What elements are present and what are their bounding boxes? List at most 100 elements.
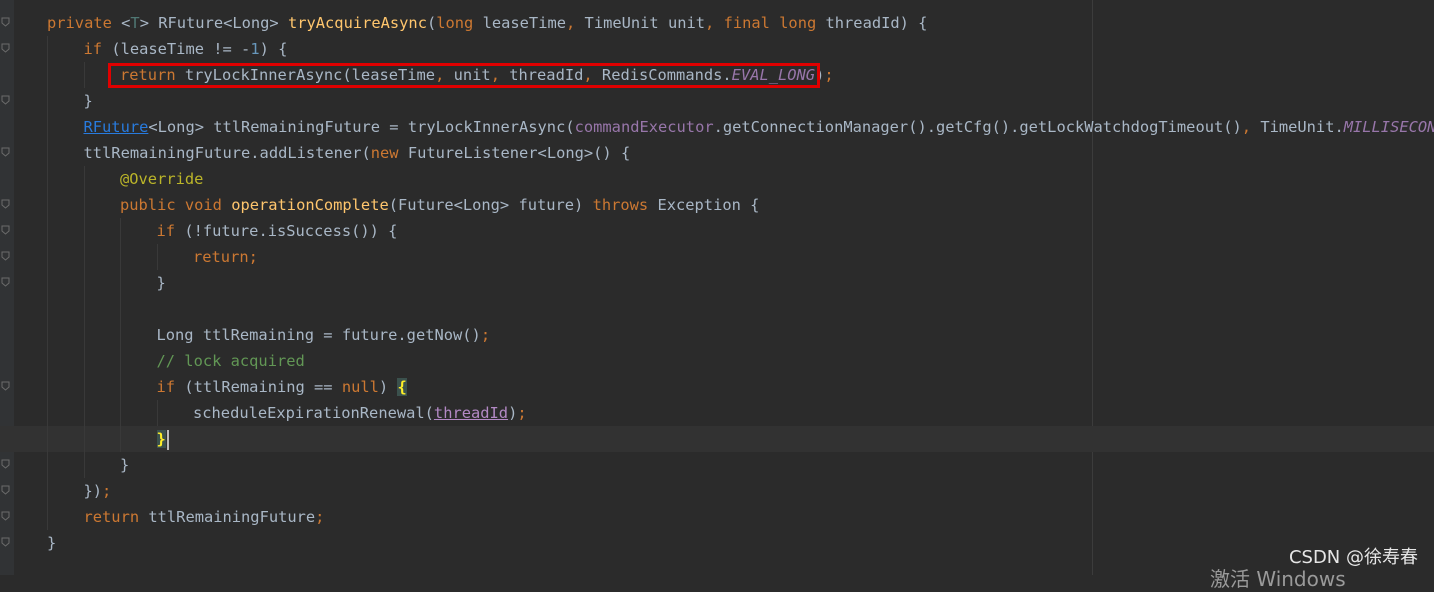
indent-guide (83, 322, 85, 348)
code-line[interactable]: return ttlRemainingFuture; (0, 504, 1434, 530)
code-token: new (370, 144, 408, 162)
code-token: (ttlRemaining == (184, 378, 342, 396)
code-token: > RFuture<Long> (139, 14, 288, 32)
indent-guide (47, 62, 48, 88)
code-token: , (705, 14, 724, 32)
code-token: leaseTime (482, 14, 566, 32)
indent-guide (83, 348, 85, 374)
indent-guide (47, 348, 48, 374)
indent-guide (83, 426, 85, 452)
indent-guide (156, 400, 158, 426)
indent-guide (83, 62, 85, 88)
code-token: } (47, 534, 57, 552)
highlight-box (108, 63, 820, 88)
code-token: ) (378, 378, 398, 396)
code-line[interactable]: public void operationComplete(Future<Lon… (0, 192, 1434, 218)
code-token: Exception { (657, 196, 760, 214)
code-token: scheduleExpirationRenewal( (193, 404, 434, 422)
indent-guide (47, 322, 48, 348)
code-line[interactable]: if (ttlRemaining == null) { (0, 374, 1434, 400)
indent-guide (47, 218, 48, 244)
indent-guide (83, 374, 85, 400)
code-token: <Long> ttlRemainingFuture = tryLockInner… (148, 118, 575, 136)
indent-guide (47, 504, 48, 530)
indent-guide (120, 374, 121, 400)
indent-guide (47, 270, 48, 296)
indent-guide (83, 166, 85, 192)
indent-guide (47, 374, 48, 400)
indent-guide (47, 296, 48, 322)
code-token: ttlRemainingFuture (148, 508, 316, 526)
code-token: 1 (250, 40, 260, 58)
code-line[interactable]: Long ttlRemaining = future.getNow(); (0, 322, 1434, 348)
indent-guide (156, 244, 158, 270)
code-token: MILLISECONDS (1343, 118, 1434, 136)
indent-guide (47, 88, 48, 114)
code-token: ; (480, 326, 491, 344)
indent-guide (47, 244, 48, 270)
indent-guide (120, 218, 121, 244)
indent-guide (83, 452, 85, 478)
code-line[interactable]: if (!future.isSuccess()) { (0, 218, 1434, 244)
code-line[interactable]: }); (0, 478, 1434, 504)
indent-guide (120, 270, 121, 296)
code-token: commandExecutor (574, 118, 714, 136)
indent-guide (47, 426, 48, 452)
code-line[interactable]: return; (0, 244, 1434, 270)
indent-guide (120, 426, 121, 452)
code-token: operationComplete (231, 196, 389, 214)
code-line[interactable]: } (0, 270, 1434, 296)
code-token: } (120, 456, 130, 474)
code-token: ) (508, 404, 518, 422)
code-token: ( (426, 14, 437, 32)
code-line[interactable]: private <T> RFuture<Long> tryAcquireAsyn… (0, 10, 1434, 36)
code-token: (leaseTime != - (111, 40, 251, 58)
code-token: tryAcquireAsync (287, 14, 427, 32)
indent-guide (120, 296, 121, 322)
code-line[interactable]: } (0, 426, 1434, 452)
code-token: }) (83, 482, 103, 500)
indent-guide (120, 244, 121, 270)
code-token: null (341, 378, 379, 396)
code-token: } (83, 92, 93, 110)
code-line[interactable]: ttlRemainingFuture.addListener(new Futur… (0, 140, 1434, 166)
code-token: public void (120, 196, 232, 214)
code-line[interactable]: } (0, 530, 1434, 556)
code-token: if (156, 378, 185, 396)
code-token: return; (193, 248, 258, 266)
code-token: ; (102, 482, 112, 500)
indent-guide (47, 114, 48, 140)
code-editor[interactable]: private <T> RFuture<Long> tryAcquireAsyn… (0, 10, 1434, 556)
code-line[interactable]: if (leaseTime != -1) { (0, 36, 1434, 62)
code-token: ttlRemainingFuture.addListener( (83, 144, 371, 162)
code-line[interactable] (0, 296, 1434, 322)
code-token: long (436, 14, 483, 32)
code-line[interactable]: } (0, 452, 1434, 478)
indent-guide (83, 270, 85, 296)
indent-guide (83, 400, 85, 426)
code-line[interactable]: @Override (0, 166, 1434, 192)
code-token: , (566, 14, 585, 32)
code-token: throws (592, 196, 658, 214)
indent-guide (83, 244, 85, 270)
code-token: RFuture (83, 118, 149, 136)
code-token: (Future<Long> future) (388, 196, 593, 214)
csdn-watermark: CSDN @徐寿春 (1288, 547, 1418, 568)
indent-guide (120, 322, 121, 348)
code-token: ; (315, 508, 325, 526)
code-line[interactable]: // lock acquired (0, 348, 1434, 374)
code-line[interactable]: scheduleExpirationRenewal(threadId); (0, 400, 1434, 426)
code-line[interactable]: RFuture<Long> ttlRemainingFuture = tryLo… (0, 114, 1434, 140)
code-token: final long (723, 14, 826, 32)
code-token: ; (517, 404, 527, 422)
code-token: @Override (120, 170, 204, 188)
indent-guide (120, 348, 121, 374)
indent-guide (83, 218, 85, 244)
indent-guide (47, 400, 48, 426)
code-token: threadId) { (825, 14, 928, 32)
code-token: if (83, 40, 112, 58)
indent-guide (47, 478, 48, 504)
code-token: } (156, 274, 166, 292)
code-token: , (1241, 118, 1261, 136)
code-line[interactable]: } (0, 88, 1434, 114)
